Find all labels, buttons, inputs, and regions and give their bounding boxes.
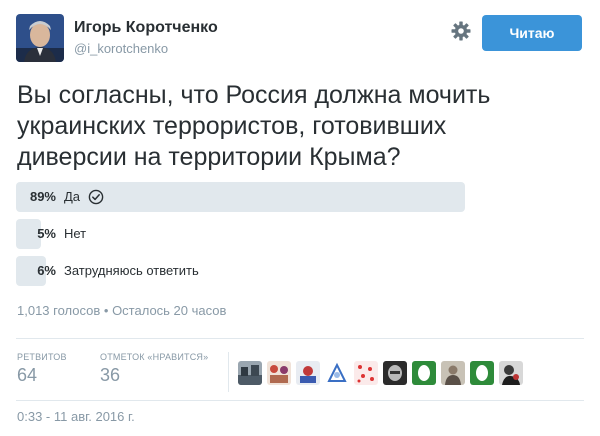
tweet-text-line: диверсии на территории Крыма? [17, 143, 401, 171]
liker-avatar[interactable] [354, 361, 378, 385]
poll-percent: 5% [37, 226, 56, 241]
tweet-text: Вы согласны, что Россия должна мочить ук… [17, 80, 587, 173]
author-handle[interactable]: @i_korotchenko [74, 40, 218, 58]
author-avatar[interactable] [16, 14, 64, 62]
likes-stat[interactable]: ОТМЕТОК «НРАВИТСЯ» 36 [100, 352, 208, 386]
retweets-stat[interactable]: РЕТВИТОВ 64 [17, 352, 67, 386]
poll-option-label: Нет [64, 226, 87, 241]
likes-label: ОТМЕТОК «НРАВИТСЯ» [100, 352, 209, 362]
tweet-timestamp[interactable]: 0:33 - 11 авг. 2016 г. [17, 409, 135, 424]
gear-icon[interactable] [450, 20, 472, 42]
liker-avatar[interactable] [499, 361, 523, 385]
follow-button[interactable]: Читаю [482, 15, 582, 51]
tweet-header: Игорь Коротченко @i_korotchenko Читаю [16, 14, 584, 62]
stats-separator [228, 352, 229, 392]
poll-meta: 1,013 голосов • Осталось 20 часов [17, 303, 227, 318]
tweet-text-line: украинских террористов, готовивших [17, 112, 447, 140]
poll-option[interactable]: 89% Да [16, 182, 520, 212]
poll-option[interactable]: 5% Нет [16, 219, 520, 249]
liker-avatar[interactable] [238, 361, 262, 385]
liker-avatar[interactable] [267, 361, 291, 385]
check-circle-icon [88, 189, 104, 205]
author-info: Игорь Коротченко @i_korotchenko [74, 18, 218, 58]
liker-avatar[interactable] [296, 361, 320, 385]
poll-percent: 6% [37, 263, 56, 278]
divider [16, 338, 584, 339]
likes-count: 36 [100, 365, 121, 385]
poll-percent: 89% [29, 189, 56, 204]
retweets-label: РЕТВИТОВ [17, 352, 67, 362]
liker-avatar[interactable] [325, 361, 349, 385]
poll-option-label: Затрудняюсь ответить [64, 263, 199, 278]
tweet-text-line: Вы согласны, что Россия должна мочить [17, 81, 491, 109]
tweet-stats: РЕТВИТОВ 64 ОТМЕТОК «НРАВИТСЯ» 36 [16, 352, 584, 392]
liker-avatar[interactable] [412, 361, 436, 385]
author-name[interactable]: Игорь Коротченко [74, 18, 218, 38]
liker-avatar[interactable] [470, 361, 494, 385]
poll-bar [16, 182, 465, 212]
poll-option[interactable]: 6% Затрудняюсь ответить [16, 256, 520, 286]
retweets-count: 64 [17, 365, 38, 385]
poll: 89% Да 5% Нет 6% Затрудняюсь ответить [16, 182, 520, 293]
poll-option-label: Да [64, 189, 81, 204]
liker-avatar[interactable] [441, 361, 465, 385]
divider [16, 400, 584, 401]
liker-avatar[interactable] [383, 361, 407, 385]
